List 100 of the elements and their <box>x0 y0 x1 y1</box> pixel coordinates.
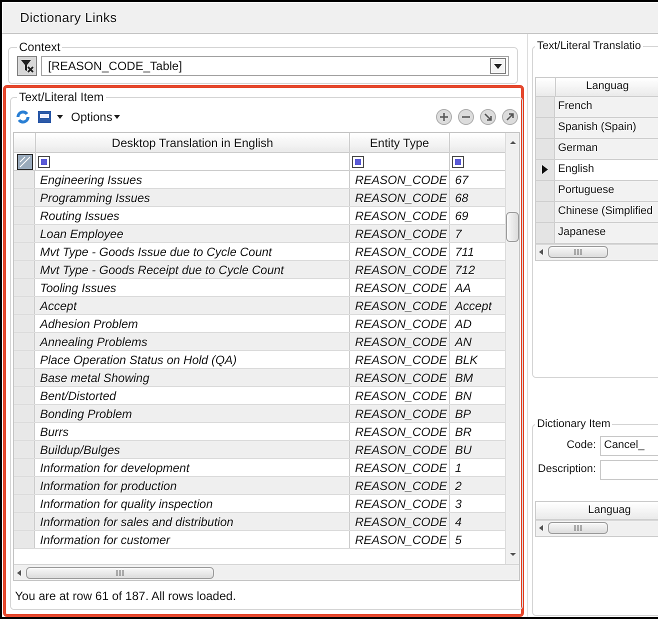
table-cell: REASON_CODE <box>349 369 449 386</box>
language-row[interactable]: French <box>536 96 658 118</box>
row-header[interactable] <box>14 243 35 260</box>
language-row[interactable]: English <box>536 160 658 180</box>
row-header[interactable] <box>14 279 35 296</box>
horizontal-scrollbar[interactable] <box>536 244 658 260</box>
table-cell-text: Information for development <box>39 460 191 476</box>
row-header[interactable] <box>14 477 35 494</box>
table-cell: REASON_CODE <box>349 351 449 368</box>
table-cell-text: Information for sales and distribution <box>39 514 234 530</box>
horizontal-scrollbar[interactable] <box>536 520 658 536</box>
row-header[interactable] <box>14 225 35 242</box>
row-header[interactable] <box>14 459 35 476</box>
table-cell: REASON_CODE <box>349 531 449 548</box>
table-cell-text: Accept <box>38 298 78 314</box>
group-label: Context <box>18 39 62 56</box>
row-header[interactable] <box>14 261 35 278</box>
scroll-thumb[interactable] <box>548 246 608 258</box>
language-row[interactable]: Spanish (Spain) <box>536 118 658 138</box>
language-row[interactable]: Japanese <box>536 222 658 244</box>
table-cell-text: Engineering Issues <box>39 172 144 188</box>
vertical-scrollbar[interactable] <box>505 133 519 564</box>
layout-dropdown-button[interactable] <box>37 110 63 124</box>
table-cell-text: Annealing Problems <box>38 334 148 350</box>
table-cell-text: Buildup/Bulges <box>39 442 122 458</box>
table-cell-text: Adhesion Problem <box>38 316 140 332</box>
table-cell: REASON_CODE <box>349 387 449 404</box>
scroll-thumb[interactable] <box>26 566 214 578</box>
table-cell-text: Mvt Type - Goods Issue due to Cycle Count <box>39 244 274 260</box>
table-cell-text: Place Operation Status on Hold (QA) <box>39 352 238 368</box>
table-cell-text: Mvt Type - Goods Receipt due to Cycle Count <box>39 262 286 278</box>
table-cell-text: Bent/Distorted <box>39 388 118 404</box>
language-row[interactable]: Chinese (Simplified <box>536 202 658 222</box>
row-header[interactable] <box>14 315 35 332</box>
table-cell: REASON_CODE <box>349 459 449 476</box>
grip-icon <box>574 525 582 531</box>
horizontal-scrollbar[interactable] <box>14 564 519 580</box>
row-header[interactable] <box>14 423 35 440</box>
column-header[interactable]: Desktop Translation in English <box>35 133 349 152</box>
row-header[interactable] <box>14 513 35 530</box>
add-icon[interactable] <box>436 109 452 125</box>
table-cell: REASON_CODE <box>349 315 449 332</box>
table-cell: REASON_CODE <box>349 171 449 188</box>
table-cell: REASON_CODE <box>349 243 449 260</box>
window-title: Dictionary Links <box>20 8 117 27</box>
table-cell: REASON_CODE <box>349 477 449 494</box>
table-cell: REASON_CODE <box>349 333 449 350</box>
row-header[interactable] <box>14 189 35 206</box>
table-cell: REASON_CODE <box>349 423 449 440</box>
code-field[interactable]: Cancel_ <box>600 436 658 456</box>
row-header[interactable] <box>14 351 35 368</box>
row-header[interactable] <box>14 333 35 350</box>
options-menu-button[interactable]: Options <box>71 108 120 126</box>
row-header[interactable] <box>14 495 35 512</box>
language-row[interactable]: German <box>536 138 658 160</box>
window-icon <box>37 110 53 124</box>
column-header[interactable]: Entity Type <box>349 133 449 152</box>
clear-filter-button[interactable] <box>17 56 37 76</box>
table-cell-text: Bonding Problem <box>39 406 134 422</box>
filter-icon[interactable] <box>38 156 50 168</box>
row-header[interactable] <box>14 297 35 314</box>
row-header[interactable] <box>14 531 35 548</box>
scroll-thumb[interactable] <box>548 522 608 534</box>
row-header[interactable] <box>14 369 35 386</box>
row-header[interactable] <box>14 405 35 422</box>
field-label: Description: <box>536 462 597 478</box>
column-header[interactable]: Languag <box>536 502 658 518</box>
context-dropdown[interactable]: [REASON_CODE_Table] <box>41 56 509 76</box>
group-label: Text/Literal Item <box>18 89 105 106</box>
table-cell-text: Information for customer <box>39 532 172 548</box>
remove-icon[interactable] <box>458 109 474 125</box>
row-header[interactable] <box>14 207 35 224</box>
description-field[interactable] <box>600 460 658 480</box>
table-cell-text: French <box>557 99 592 114</box>
filter-toggle-icon[interactable] <box>16 154 32 170</box>
scroll-thumb[interactable] <box>506 212 519 242</box>
group-label: Text/Literal Translatio <box>536 39 642 54</box>
table-cell-text: German <box>557 141 598 156</box>
refresh-icon[interactable] <box>15 109 31 125</box>
table-cell-text: Spanish (Spain) <box>557 120 636 136</box>
table-cell-text: Routing Issues <box>39 208 120 224</box>
filter-icon[interactable] <box>452 156 464 168</box>
table-cell-text: Portuguese <box>557 183 614 198</box>
table-cell: REASON_CODE <box>349 405 449 422</box>
external-link-icon[interactable] <box>502 109 518 125</box>
grip-icon <box>116 570 124 576</box>
table-cell: REASON_CODE <box>349 279 449 296</box>
row-header[interactable] <box>14 387 35 404</box>
table-cell-text: Japanese <box>557 225 606 240</box>
table-cell-text: Information for quality inspection <box>39 496 214 512</box>
filter-clear-icon <box>20 59 34 73</box>
table-cell-text: Tooling Issues <box>39 280 118 296</box>
language-row[interactable]: Portuguese <box>536 180 658 202</box>
export-icon[interactable] <box>480 109 496 125</box>
caret-icon <box>57 115 63 119</box>
row-header[interactable] <box>14 441 35 458</box>
filter-icon[interactable] <box>352 156 364 168</box>
table-cell-text: Base metal Showing <box>39 370 150 386</box>
row-pointer-icon <box>542 165 548 174</box>
table-cell: REASON_CODE <box>349 495 449 512</box>
